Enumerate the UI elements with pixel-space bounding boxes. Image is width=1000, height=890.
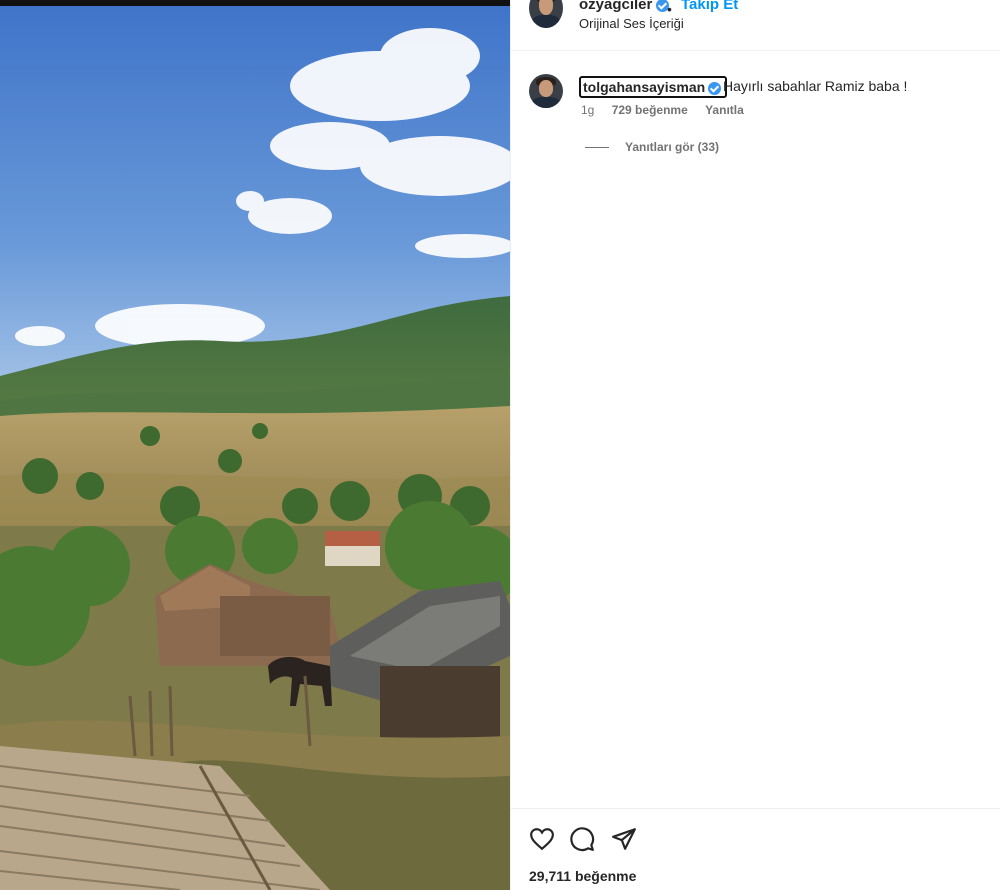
author-username[interactable]: ozyagciler bbox=[579, 0, 670, 13]
commenter-username-text[interactable]: tolgahansayisman bbox=[583, 79, 705, 95]
audio-label[interactable]: Orijinal Ses İçeriği bbox=[579, 16, 684, 31]
separator-dot: • bbox=[667, 1, 672, 17]
commenter-avatar[interactable] bbox=[529, 74, 563, 108]
commenter-username[interactable]: tolgahansayisman bbox=[579, 76, 728, 98]
author-avatar[interactable] bbox=[529, 0, 563, 28]
comment-icon[interactable] bbox=[569, 826, 595, 852]
author-username-text[interactable]: ozyagciler bbox=[579, 0, 652, 13]
comment-text: Hayırlı sabahlar Ramiz baba ! bbox=[723, 78, 908, 94]
verified-icon bbox=[708, 82, 722, 95]
landscape-image bbox=[0, 6, 510, 890]
likes-count[interactable]: 29,711 bbox=[529, 868, 571, 884]
view-replies-label[interactable]: Yanıtları gör (33) bbox=[625, 140, 719, 154]
comment-time[interactable]: 1g bbox=[581, 103, 594, 117]
actions-divider bbox=[511, 808, 1000, 809]
likes-word[interactable]: beğenme bbox=[575, 868, 636, 884]
reply-button[interactable]: Yanıtla bbox=[705, 103, 744, 117]
post-photo[interactable] bbox=[0, 6, 510, 890]
comment-meta: 1g 729 beğenme Yanıtla bbox=[581, 103, 758, 117]
post-likes[interactable]: 29,711 beğenme bbox=[529, 868, 636, 884]
replies-line bbox=[585, 147, 609, 149]
comment-likes[interactable]: 729 beğenme bbox=[612, 103, 688, 117]
follow-button[interactable]: Takip Et bbox=[681, 0, 738, 13]
header-divider bbox=[511, 50, 1000, 51]
share-icon[interactable] bbox=[611, 826, 637, 852]
heart-icon[interactable] bbox=[529, 826, 555, 852]
comments-panel: ozyagciler • Takip Et Orijinal Ses İçeri… bbox=[510, 0, 1000, 890]
view-replies-button[interactable]: Yanıtları gör (33) bbox=[585, 140, 719, 154]
